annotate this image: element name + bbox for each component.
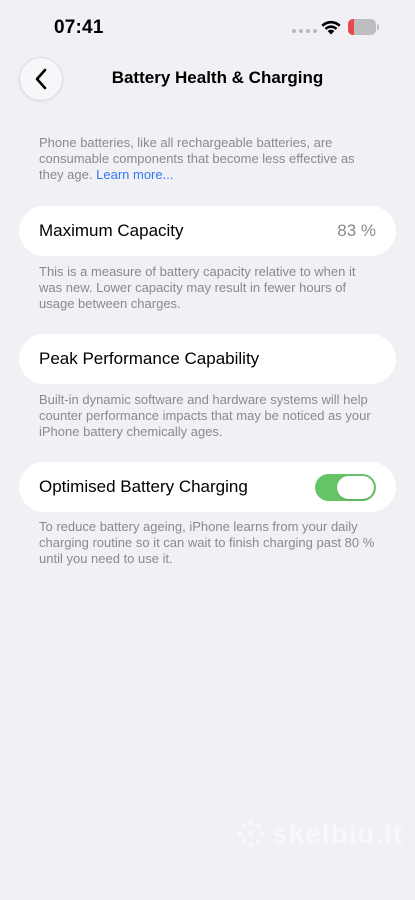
status-time: 07:41 <box>54 17 104 38</box>
peak-performance-row[interactable]: Peak Performance Capability <box>19 334 396 384</box>
toggle-knob <box>337 475 374 499</box>
battery-level-fill <box>348 19 354 35</box>
peak-performance-label: Peak Performance Capability <box>39 349 260 368</box>
watermark-logo: skelbiu.lt <box>236 818 403 850</box>
battery-health-screen: 07:41 Battery Health & Charging Phone ba… <box>0 0 415 900</box>
intro-text: Phone batteries, like all rechargeable b… <box>39 135 375 183</box>
learn-more-link[interactable]: Learn more... <box>96 167 173 182</box>
optimised-charging-row: Optimised Battery Charging <box>19 462 396 512</box>
watermark-text: skelbiu.lt <box>272 818 404 849</box>
peak-performance-description: Built-in dynamic software and hardware s… <box>39 392 371 439</box>
cellular-signal-icon <box>292 29 317 33</box>
wifi-icon <box>321 20 341 35</box>
battery-icon <box>348 19 380 35</box>
maximum-capacity-row: Maximum Capacity 83 % <box>19 206 396 256</box>
watermark-snowflake-icon <box>237 820 265 848</box>
optimised-charging-label: Optimised Battery Charging <box>39 477 248 496</box>
intro-description: Phone batteries, like all rechargeable b… <box>39 135 355 182</box>
chevron-left-icon <box>35 68 47 90</box>
page-title: Battery Health & Charging <box>111 68 324 87</box>
maximum-capacity-value: 83 % <box>337 221 376 240</box>
status-bar: 07:41 <box>0 0 415 50</box>
optimised-charging-description: To reduce battery ageing, iPhone learns … <box>39 519 375 566</box>
maximum-capacity-description: This is a measure of battery capacity re… <box>39 264 356 311</box>
optimised-charging-toggle[interactable] <box>315 473 376 501</box>
back-button[interactable] <box>19 57 63 101</box>
maximum-capacity-label: Maximum Capacity <box>39 221 184 240</box>
